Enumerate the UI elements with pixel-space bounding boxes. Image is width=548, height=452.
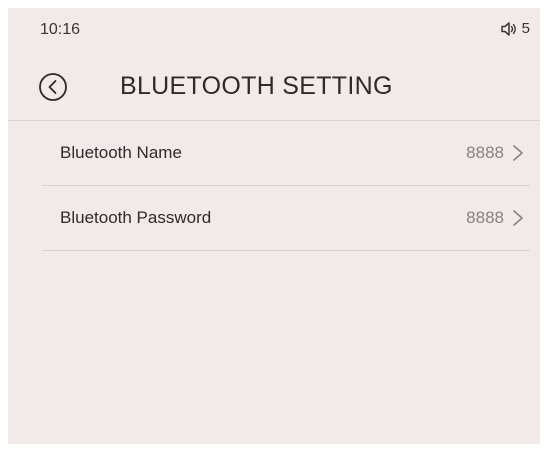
status-bar: 10:16 5 bbox=[8, 8, 540, 48]
bluetooth-password-value: 8888 bbox=[466, 208, 504, 227]
header: BLUETOOTH SETTING bbox=[8, 60, 540, 116]
chevron-right-icon bbox=[512, 208, 524, 228]
speaker-volume-icon bbox=[500, 21, 518, 37]
bluetooth-name-label: Bluetooth Name bbox=[60, 143, 182, 162]
bluetooth-password-row[interactable]: Bluetooth Password 8888 bbox=[42, 186, 530, 251]
bluetooth-name-value: 8888 bbox=[466, 143, 504, 162]
chevron-right-icon bbox=[512, 143, 524, 163]
settings-list: Bluetooth Name 8888 Bluetooth Password 8… bbox=[42, 121, 530, 251]
back-arrow-circle-icon bbox=[38, 72, 68, 102]
bluetooth-setting-screen: 10:16 5 BLUETOOTH SETTING Bluetooth Name… bbox=[8, 8, 540, 444]
back-button[interactable] bbox=[38, 72, 68, 102]
bluetooth-password-label: Bluetooth Password bbox=[60, 208, 212, 227]
status-time: 10:16 bbox=[40, 21, 81, 38]
bluetooth-name-row[interactable]: Bluetooth Name 8888 bbox=[42, 121, 530, 186]
volume-level: 5 bbox=[521, 20, 530, 37]
page-title: BLUETOOTH SETTING bbox=[120, 72, 393, 100]
volume-indicator: 5 bbox=[500, 20, 530, 37]
